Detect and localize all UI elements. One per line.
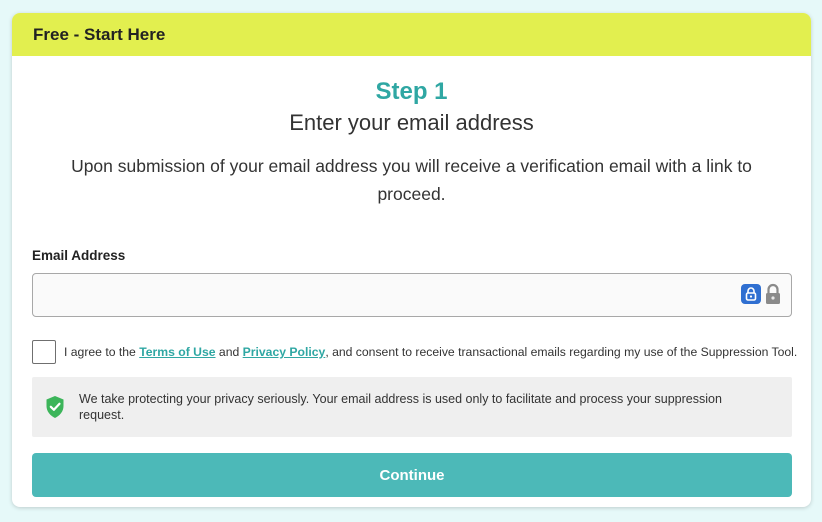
agree-row: I agree to the Terms of Use and Privacy … <box>32 340 797 364</box>
continue-button[interactable]: Continue <box>32 453 792 497</box>
signup-card: Free - Start Here Step 1 Enter your emai… <box>12 13 811 507</box>
email-label: Email Address <box>32 248 126 263</box>
shield-check-icon <box>45 395 65 419</box>
step-description: Upon submission of your email address yo… <box>71 156 752 204</box>
agree-and: and <box>215 345 243 359</box>
privacy-policy-link[interactable]: Privacy Policy <box>243 345 326 359</box>
agree-suffix: , and consent to receive transactional e… <box>325 345 798 359</box>
email-field[interactable] <box>32 273 792 317</box>
step-subtitle: Enter your email address <box>289 110 534 135</box>
password-manager-icon[interactable] <box>741 284 761 304</box>
privacy-notice: We take protecting your privacy seriousl… <box>32 377 792 437</box>
agree-prefix: I agree to the <box>64 345 140 359</box>
card-header: Free - Start Here <box>12 13 811 56</box>
input-icons <box>741 283 782 305</box>
lock-icon <box>764 283 782 305</box>
agree-text: I agree to the Terms of Use and Privacy … <box>64 345 797 359</box>
terms-of-use-link[interactable]: Terms of Use <box>139 345 215 359</box>
step-label: Step 1 <box>375 78 448 105</box>
privacy-note: We take protecting your privacy seriousl… <box>79 392 722 422</box>
agree-checkbox[interactable] <box>32 340 56 364</box>
header-title: Free - Start Here <box>33 24 166 44</box>
